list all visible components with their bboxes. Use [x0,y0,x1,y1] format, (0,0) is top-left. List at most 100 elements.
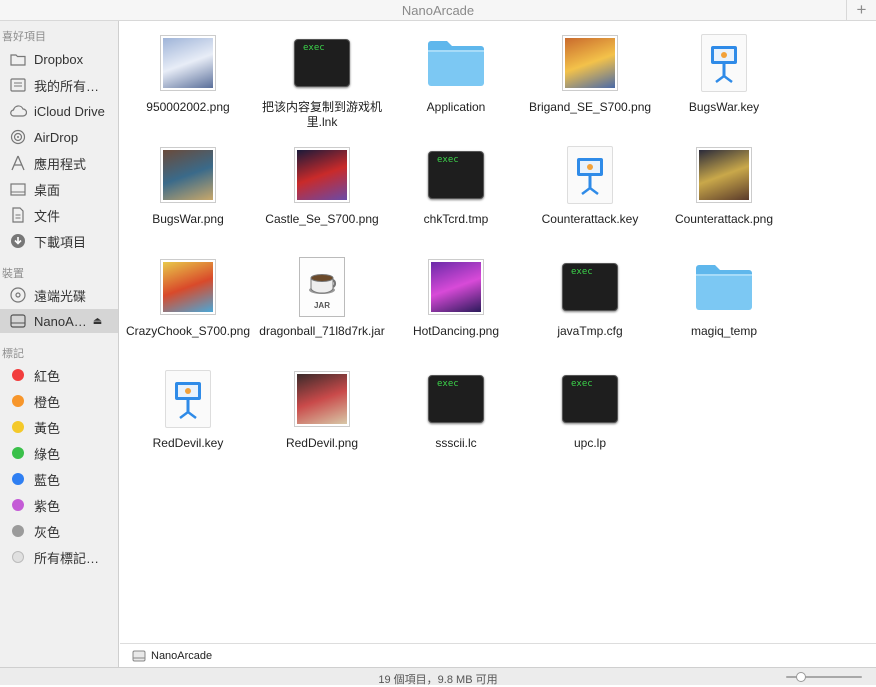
file-icon-box [292,368,352,430]
file-icon-box [158,32,218,94]
tag-color-dot [9,366,27,384]
file-item[interactable]: exec javaTmp.cfg [522,256,658,339]
file-name: upc.lp [573,436,607,450]
file-item[interactable]: CrazyChook_S700.png [120,256,256,339]
sidebar-item[interactable]: Dropbox [0,47,118,71]
file-name: Brigand_SE_S700.png [528,100,652,114]
file-icon-box [158,256,218,318]
file-name: RedDevil.png [285,436,359,450]
tag-color-dot [9,470,27,488]
sidebar-item[interactable]: 綠色 [0,441,118,465]
sidebar-item-label: 黃色 [34,420,61,436]
sidebar-item[interactable]: 應用程式 [0,151,118,175]
file-icon-box [292,144,352,206]
file-item[interactable]: RedDevil.key [120,368,256,451]
folder-icon [9,50,27,68]
file-item[interactable]: Castle_Se_S700.png [254,144,390,227]
exec-text: exec [303,43,325,53]
file-item[interactable]: BugsWar.key [656,32,792,115]
sidebar-item[interactable]: 灰色 [0,519,118,543]
image-thumbnail [294,147,350,203]
path-bar-item[interactable]: NanoArcade [151,650,212,662]
sidebar-item-label: NanoA… [34,313,87,329]
sidebar-item[interactable]: 所有標記… [0,545,118,569]
folder-icon [696,265,752,310]
sidebar-item-label: 我的所有… [34,78,100,94]
file-icon-box [158,368,218,430]
sidebar-item[interactable]: 桌面 [0,177,118,201]
slider-knob[interactable] [796,672,806,682]
file-name: Counterattack.key [541,212,639,226]
file-item[interactable]: exec chkTcrd.tmp [388,144,524,227]
exec-text: exec [571,267,593,277]
sidebar-item[interactable]: 文件 [0,203,118,227]
sidebar-item-label: 灰色 [34,524,61,540]
file-name: 把该内容复制到游戏机里.lnk [261,100,382,129]
file-item[interactable]: exec upc.lp [522,368,658,451]
download-icon [9,232,27,250]
sidebar-item[interactable]: 黃色 [0,415,118,439]
sidebar-item-label: 遠端光碟 [34,288,87,304]
devices-header: 裝置 [2,268,24,280]
file-grid: 950002002.png exec 把该内容复制到游戏机里.lnk Applicat… [120,22,876,642]
file-icon-box [560,144,620,206]
sidebar-item[interactable]: 紫色 [0,493,118,517]
file-icon-box [694,32,754,94]
file-item[interactable]: magiq_temp [656,256,792,339]
file-icon-box [560,32,620,94]
file-name: ssscii.lc [435,436,477,450]
file-item[interactable]: Brigand_SE_S700.png [522,32,658,115]
sidebar-item-label: 橙色 [34,394,61,410]
favorites-header: 喜好項目 [2,31,46,43]
file-item[interactable]: Counterattack.key [522,144,658,227]
file-icon-box: JAR [292,256,352,318]
sidebar-item[interactable]: iCloud Drive [0,99,118,123]
file-item[interactable]: JAR dragonball_71l8d7rk.jar [254,256,390,339]
sidebar-item[interactable]: 下載項目 [0,229,118,253]
sidebar-item-label: Dropbox [34,51,84,67]
document-icon [9,206,27,224]
sidebar-item[interactable]: 遠端光碟 [0,283,118,307]
file-item[interactable]: Counterattack.png [656,144,792,227]
all-files-icon [9,76,27,94]
new-tab-button[interactable]: + [846,0,876,21]
sidebar-item[interactable]: 藍色 [0,467,118,491]
file-item[interactable]: exec 把该内容复制到游戏机里.lnk [254,32,390,130]
file-item[interactable]: RedDevil.png [254,368,390,451]
desktop-icon [9,180,27,198]
keynote-icon [567,146,613,204]
sidebar-item[interactable]: 我的所有… [0,73,118,97]
exec-icon: exec [562,263,618,311]
icon-size-slider[interactable] [786,672,862,682]
exec-icon: exec [428,375,484,423]
disc-icon [9,286,27,304]
sidebar-item[interactable]: AirDrop [0,125,118,149]
sidebar-item[interactable]: 紅色 [0,363,118,387]
image-thumbnail [294,371,350,427]
file-icon-box [426,256,486,318]
sidebar-item[interactable]: NanoA… ⏏ [0,309,118,333]
sidebar-item-label: 綠色 [34,446,61,462]
file-name: javaTmp.cfg [557,324,623,338]
image-thumbnail [562,35,618,91]
tag-color-dot [9,548,27,566]
sidebar: 喜好項目 裝置 標記 Dropbox 我的所有… iCloud Drive AirDr… [0,21,119,667]
file-item[interactable]: BugsWar.png [120,144,256,227]
exec-text: exec [571,379,593,389]
eject-icon[interactable]: ⏏ [93,316,102,327]
file-icon-box: exec [426,368,486,430]
file-name: BugsWar.key [688,100,760,114]
title-bar: NanoArcade + [0,0,876,21]
sidebar-item-label: 應用程式 [34,156,87,172]
tags-header: 標記 [2,348,24,360]
sidebar-item[interactable]: 橙色 [0,389,118,413]
file-item[interactable]: HotDancing.png [388,256,524,339]
file-item[interactable]: Application [388,32,524,115]
file-item[interactable]: exec ssscii.lc [388,368,524,451]
tag-color-dot [9,496,27,514]
file-item[interactable]: 950002002.png [120,32,256,115]
file-icon-box [694,144,754,206]
file-icon-box [158,144,218,206]
file-icon-box: exec [426,144,486,206]
exec-icon: exec [562,375,618,423]
